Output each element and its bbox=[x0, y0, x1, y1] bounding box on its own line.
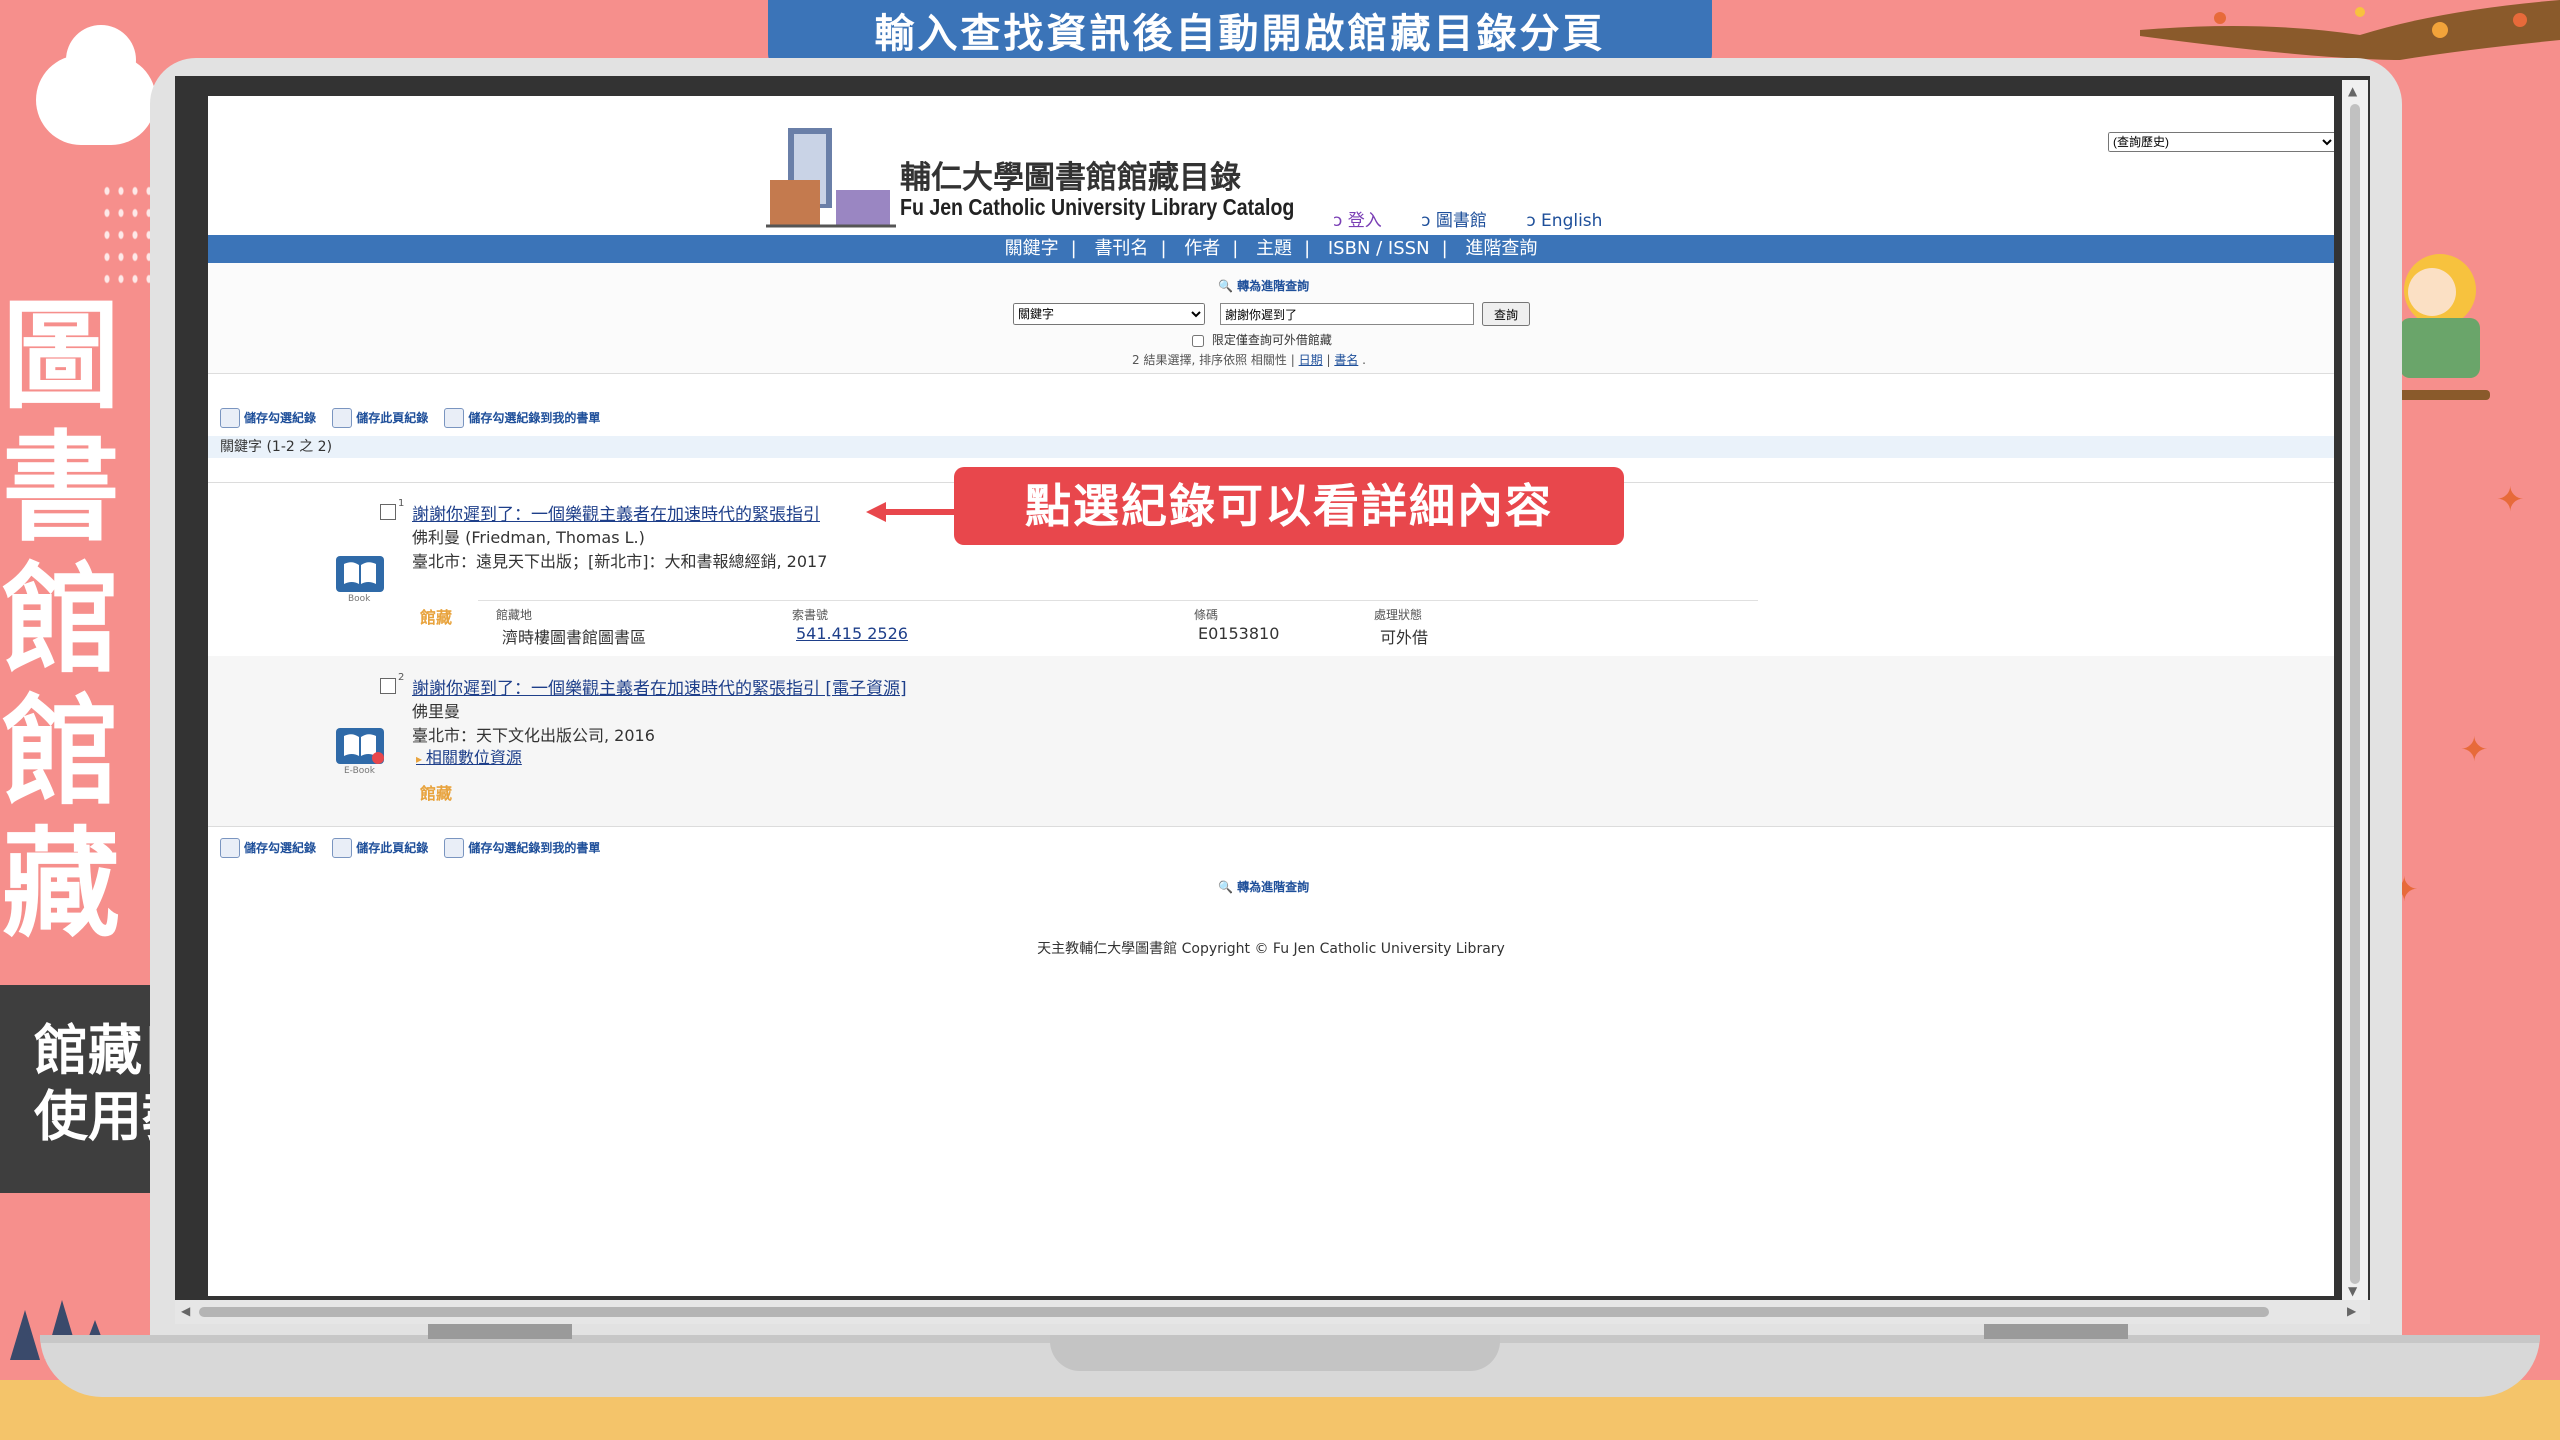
holdings-label: 館藏 bbox=[420, 784, 453, 803]
nav-author[interactable]: 作者 bbox=[1184, 238, 1220, 259]
advanced-search-label: 轉為進階查詢 bbox=[1237, 279, 1310, 293]
sort-options: 2 結果選擇, 排序依照 相關性 | 日期 | 書名 . bbox=[1132, 351, 1366, 368]
advanced-search-link-bottom[interactable]: 🔍 轉為進階查詢 bbox=[1218, 878, 1309, 895]
record-checkbox[interactable] bbox=[380, 504, 396, 520]
nav-advanced[interactable]: 進階查詢 bbox=[1465, 238, 1537, 259]
laptop-foot bbox=[428, 1323, 572, 1339]
cloud-decoration bbox=[36, 25, 156, 145]
search-area: 🔍 轉為進階查詢 關鍵字 查詢 限定僅查詢可外借館藏 2 結果選擇, 排序依照 … bbox=[208, 263, 2334, 374]
toolbar-top: 儲存勾選紀錄 儲存此頁紀錄 儲存勾選紀錄到我的書單 bbox=[220, 408, 612, 428]
sort-by-date-link[interactable]: 日期 bbox=[1299, 353, 1323, 367]
holdings-header: 索書號 bbox=[792, 608, 829, 622]
laptop-foot bbox=[1984, 1323, 2128, 1339]
record-checkbox[interactable] bbox=[380, 678, 396, 694]
advanced-search-label: 轉為進階查詢 bbox=[1237, 880, 1310, 894]
sort-separator: | bbox=[1326, 353, 1331, 367]
callout-label: 點選紀錄可以看詳細內容 bbox=[954, 467, 1624, 545]
limit-checkbox-row[interactable]: 限定僅查詢可外借館藏 bbox=[1192, 331, 1332, 348]
side-title: 圖書館館藏 bbox=[2, 287, 121, 953]
catalog-logo[interactable]: 輔仁大學圖書館館藏目錄 Fu Jen Catholic University L… bbox=[758, 120, 1298, 230]
result-count-bar: 關鍵字 (1-2 之 2) bbox=[208, 436, 2334, 458]
copyright-footer: 天主教輔仁大學圖書館 Copyright © Fu Jen Catholic U… bbox=[1037, 941, 1505, 957]
browser-viewport: 輔仁大學圖書館館藏目錄 Fu Jen Catholic University L… bbox=[208, 96, 2334, 1296]
search-type-select[interactable]: 關鍵字 bbox=[1013, 303, 1205, 325]
vertical-scrollbar[interactable]: ▲ ▼ bbox=[2342, 80, 2368, 1305]
record-publisher: 臺北市：天下文化出版公司, 2016 bbox=[412, 726, 655, 745]
record-author: 佛里曼 bbox=[412, 702, 461, 721]
sort-by-title-link[interactable]: 書名 bbox=[1334, 353, 1358, 367]
limit-label: 限定僅查詢可外借館藏 bbox=[1211, 333, 1332, 347]
related-digital-link[interactable]: ▸ 相關數位資源 bbox=[416, 744, 522, 768]
record-format: E-Book bbox=[344, 766, 376, 776]
save-page-button[interactable]: 儲存此頁紀錄 bbox=[332, 838, 428, 858]
save-to-list-button[interactable]: 儲存勾選紀錄到我的書單 bbox=[444, 838, 600, 858]
call-number-link[interactable]: 541.415 2526 bbox=[796, 624, 908, 643]
divider bbox=[208, 826, 2334, 827]
sort-prefix: 2 結果選擇, 排序依照 相關性 | bbox=[1132, 353, 1295, 367]
save-selected-button[interactable]: 儲存勾選紀錄 bbox=[220, 838, 316, 858]
save-icon bbox=[332, 838, 353, 858]
record-title-link[interactable]: 謝謝你遲到了：一個樂觀主義者在加速時代的緊張指引 bbox=[412, 500, 820, 525]
english-link[interactable]: ↄ English bbox=[1526, 211, 1602, 231]
record-number: 2 bbox=[398, 672, 405, 683]
list-icon bbox=[444, 838, 465, 858]
laptop-notch bbox=[1050, 1335, 1500, 1371]
save-page-button[interactable]: 儲存此頁紀錄 bbox=[332, 408, 428, 428]
record-title-link[interactable]: 謝謝你遲到了：一個樂觀主義者在加速時代的緊張指引 [電子資源] bbox=[412, 674, 907, 699]
horizontal-scroll-thumb[interactable] bbox=[199, 1307, 2269, 1317]
list-icon bbox=[444, 408, 465, 428]
bullet-arrow-icon: ▸ bbox=[416, 752, 426, 766]
nav-isbn[interactable]: ISBN / ISSN bbox=[1328, 238, 1430, 259]
vertical-scroll-thumb[interactable] bbox=[2350, 104, 2360, 1284]
library-building-icon bbox=[766, 128, 896, 228]
book-icon bbox=[336, 556, 384, 592]
save-to-list-button[interactable]: 儲存勾選紀錄到我的書單 bbox=[444, 408, 600, 428]
leaf-icon: ✦ bbox=[2460, 730, 2489, 770]
ebook-icon bbox=[336, 728, 384, 764]
top-links: ↄ 登入 ↄ 圖書館 ↄ English bbox=[1333, 206, 1636, 231]
catalog-subtitle: Fu Jen Catholic University Library Catal… bbox=[900, 194, 1295, 220]
holdings-barcode: E0153810 bbox=[1198, 624, 1280, 643]
save-icon bbox=[220, 408, 240, 428]
save-selected-button[interactable]: 儲存勾選紀錄 bbox=[220, 408, 316, 428]
record-publisher: 臺北市：遠見天下出版；[新北市]：大和書報總經銷, 2017 bbox=[412, 552, 828, 571]
save-icon bbox=[332, 408, 353, 428]
search-nav-bar: 關鍵字 | 書刊名 | 作者 | 主題 | ISBN / ISSN | 進階查詢 bbox=[208, 235, 2334, 263]
holdings-header: 處理狀態 bbox=[1374, 608, 1423, 622]
scroll-right-icon[interactable]: ▶ bbox=[2347, 1304, 2356, 1318]
sort-end: . bbox=[1362, 353, 1366, 367]
scroll-left-icon[interactable]: ◀ bbox=[181, 1304, 190, 1318]
key-search-icon: 🔍 bbox=[1218, 279, 1233, 293]
nav-subject[interactable]: 主題 bbox=[1256, 238, 1292, 259]
save-icon bbox=[220, 838, 240, 858]
limit-checkbox[interactable] bbox=[1192, 334, 1204, 347]
holdings-label: 館藏 bbox=[420, 608, 453, 627]
holdings-location: 濟時樓圖書館圖書區 bbox=[502, 628, 647, 647]
horizontal-scrollbar[interactable]: ◀ ▶ bbox=[175, 1300, 2370, 1324]
nav-keyword[interactable]: 關鍵字 bbox=[1005, 238, 1059, 259]
holdings-header: 館藏地 bbox=[496, 608, 533, 622]
scroll-down-icon[interactable]: ▼ bbox=[2348, 1284, 2357, 1298]
login-link[interactable]: ↄ 登入 bbox=[1333, 211, 1382, 231]
advanced-search-link[interactable]: 🔍 轉為進階查詢 bbox=[1218, 277, 1309, 294]
scroll-up-icon[interactable]: ▲ bbox=[2348, 84, 2357, 98]
search-history-select[interactable]: (查詢歷史) bbox=[2108, 132, 2334, 152]
holdings-header: 條碼 bbox=[1194, 608, 1219, 622]
leaf-icon: ✦ bbox=[2496, 480, 2525, 520]
toolbar-bottom: 儲存勾選紀錄 儲存此頁紀錄 儲存勾選紀錄到我的書單 bbox=[220, 838, 612, 858]
nav-title[interactable]: 書刊名 bbox=[1094, 238, 1148, 259]
record-number: 1 bbox=[398, 498, 405, 509]
key-search-icon: 🔍 bbox=[1218, 880, 1233, 894]
library-link[interactable]: ↄ 圖書館 bbox=[1421, 211, 1487, 231]
record-format: Book bbox=[348, 594, 371, 604]
catalog-title: 輔仁大學圖書館館藏目錄 bbox=[900, 160, 1241, 196]
search-input[interactable] bbox=[1220, 303, 1474, 325]
holdings-status: 可外借 bbox=[1380, 628, 1429, 647]
record-author: 佛利曼 (Friedman, Thomas L.) bbox=[412, 528, 645, 547]
search-button[interactable]: 查詢 bbox=[1482, 302, 1530, 326]
arrow-left-icon bbox=[866, 502, 956, 522]
